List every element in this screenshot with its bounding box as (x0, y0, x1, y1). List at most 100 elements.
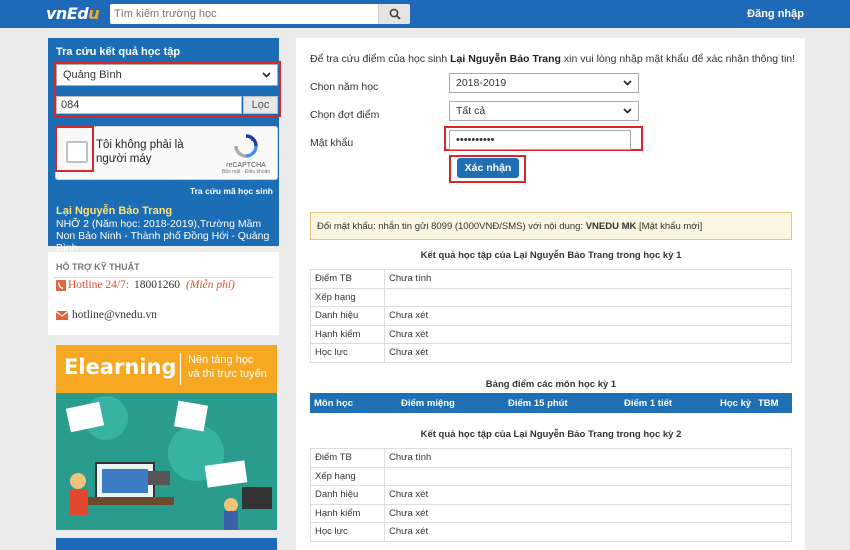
highlight-box-captcha (55, 126, 94, 172)
confirm-button[interactable]: Xác nhận (457, 158, 519, 178)
table-row: Danh hiệu Chưa xét (310, 485, 792, 505)
banner-title: Elearning (64, 355, 177, 379)
row-label: Học lực (310, 343, 385, 363)
table-row: Điểm TB Chưa tính (310, 448, 792, 468)
column-header: Học kỳ (720, 398, 752, 409)
banner-header: Elearning Nền tảng học và thi trực tuyến (56, 345, 277, 393)
divider (54, 277, 273, 278)
school-year-select[interactable]: 2018-2019 (449, 73, 639, 93)
search-button[interactable] (378, 4, 410, 24)
prompt-suffix: xin vui lòng nhập mật khẩu để xác nhận t… (560, 53, 796, 65)
column-header: Điểm 1 tiết (624, 398, 673, 409)
grade-period-value: Tất cả (456, 105, 486, 117)
subjects-table-header: Môn học Điểm miệng Điểm 15 phút Điểm 1 t… (310, 393, 792, 413)
password-prompt: Để tra cứu điểm của học sinh Lại Nguyễn … (310, 53, 795, 65)
student-name[interactable]: Lại Nguyễn Bảo Trang (56, 205, 172, 217)
semester2-table: Điểm TB Chưa tính Xếp hạng Danh hiệu Chưa … (310, 448, 792, 542)
banner-subtitle-line1: Nền tảng học (188, 354, 254, 366)
chevron-down-icon (623, 108, 632, 114)
support-title: HỖ TRỢ KỸ THUẬT (56, 262, 140, 272)
semester1-table: Điểm TB Chưa tính Xếp hạng Danh hiệu Chưa … (310, 269, 792, 363)
row-label: Học lực (310, 522, 385, 542)
row-value: Chưa tính (384, 448, 792, 468)
filter-button[interactable]: Lọc (243, 96, 278, 114)
province-select[interactable]: Quảng Bình (56, 64, 278, 86)
sms-notice-suffix: [Mật khẩu mới] (636, 221, 703, 232)
school-year-value: 2018-2019 (456, 77, 507, 89)
row-value: Chưa tính (384, 269, 792, 289)
prompt-student-name: Lại Nguyễn Bảo Trang (450, 53, 561, 65)
semester1-title: Kết quả học tập của Lại Nguyễn Bảo Trang… (420, 250, 682, 261)
hotline-number[interactable]: 18001260 (134, 279, 180, 291)
sms-notice-prefix: Đổi mật khẩu: nhắn tin gửi 8099 (1000VNĐ… (317, 221, 586, 232)
grade-period-label: Chọn đợt điểm (310, 109, 380, 121)
row-value: Chưa xét (384, 522, 792, 542)
banner-subtitle: Nền tảng học và thi trực tuyến (188, 353, 267, 381)
semester2-title: Kết quả học tập của Lại Nguyễn Bảo Trang… (420, 429, 682, 440)
elearning-banner[interactable]: Elearning Nền tảng học và thi trực tuyến (56, 345, 277, 530)
recaptcha-brand: reCAPTCHA (226, 162, 266, 169)
recaptcha-terms[interactable]: Bảo mật - Điều khoản (221, 169, 271, 175)
recaptcha-logo: reCAPTCHA Bảo mật - Điều khoản (221, 133, 271, 175)
bottom-banner-strip[interactable] (56, 538, 277, 550)
school-year-label: Chọn năm học (310, 81, 379, 93)
row-label: Xếp hạng (310, 466, 385, 486)
captcha-label: Tôi không phải là người máy (96, 139, 184, 165)
prompt-prefix: Để tra cứu điểm của học sinh (310, 53, 451, 65)
password-value: •••••••••• (456, 134, 495, 146)
login-link[interactable]: Đăng nhập (747, 8, 804, 20)
row-value (384, 466, 792, 486)
school-search-input[interactable] (110, 5, 378, 23)
sms-command: VNEDU MK (585, 221, 637, 232)
hotline: Hotline 24/7: 18001260 (Miễn phí) (56, 279, 235, 291)
table-row: Học lực Chưa xét (310, 522, 792, 542)
province-select-value: Quảng Bình (63, 69, 122, 81)
row-value: Chưa xét (384, 485, 792, 505)
column-header: Điểm 15 phút (508, 398, 568, 409)
row-value: Chưa xét (384, 503, 792, 523)
student-code-input[interactable]: 084 (56, 96, 242, 114)
lookup-student-code-link[interactable]: Tra cứu mã học sinh (48, 186, 279, 196)
phone-icon (56, 279, 66, 291)
column-header: Điểm miệng (401, 398, 455, 409)
elearning-illustration (56, 393, 277, 530)
row-label: Xếp hạng (310, 287, 385, 307)
support-email-address[interactable]: hotline@vnedu.vn (72, 309, 157, 321)
search-icon (389, 8, 401, 20)
hotline-label: Hotline 24/7: (68, 279, 130, 291)
recaptcha-icon (234, 134, 258, 158)
row-label: Điểm TB (310, 269, 385, 289)
row-label: Danh hiệu (310, 485, 385, 505)
table-row: Xếp hạng (310, 287, 792, 307)
table-row: Học lực Chưa xét (310, 343, 792, 363)
row-label: Điểm TB (310, 448, 385, 468)
row-label: Danh hiệu (310, 306, 385, 326)
student-code-value: 084 (61, 99, 80, 111)
grade-period-select[interactable]: Tất cả (449, 101, 639, 121)
tech-support-panel: HỖ TRỢ KỸ THUẬT Hotline 24/7: 18001260 (… (48, 252, 279, 335)
column-header: TBM (758, 398, 779, 409)
column-header: Môn học (314, 398, 354, 409)
row-value: Chưa xét (384, 306, 792, 326)
envelope-icon (56, 310, 68, 320)
banner-separator (180, 353, 181, 385)
password-label: Mật khẩu (310, 137, 354, 149)
row-value (384, 287, 792, 307)
row-label: Hạnh kiểm (310, 324, 385, 344)
row-value: Chưa xét (384, 343, 792, 363)
lookup-panel-title: Tra cứu kết quả học tập (56, 46, 181, 58)
subjects-title: Bảng điểm các môn học kỳ 1 (485, 379, 617, 390)
student-info: NHỠ 2 (Năm học: 2018-2019),Trường Mầm No… (56, 218, 270, 254)
hotline-free-note: (Miễn phí) (186, 279, 235, 291)
row-label: Hạnh kiểm (310, 503, 385, 523)
table-row: Hạnh kiểm Chưa xét (310, 324, 792, 344)
sms-password-notice: Đổi mật khẩu: nhắn tin gửi 8099 (1000VNĐ… (310, 212, 792, 240)
vnedu-logo[interactable]: vnEdu (46, 4, 100, 23)
row-value: Chưa xét (384, 324, 792, 344)
password-input[interactable]: •••••••••• (449, 130, 631, 150)
banner-subtitle-line2: và thi trực tuyến (188, 368, 267, 380)
chevron-down-icon (623, 80, 632, 86)
school-search (110, 4, 410, 24)
table-row: Xếp hạng (310, 466, 792, 486)
top-navbar: vnEdu Đăng nhập (0, 0, 850, 28)
